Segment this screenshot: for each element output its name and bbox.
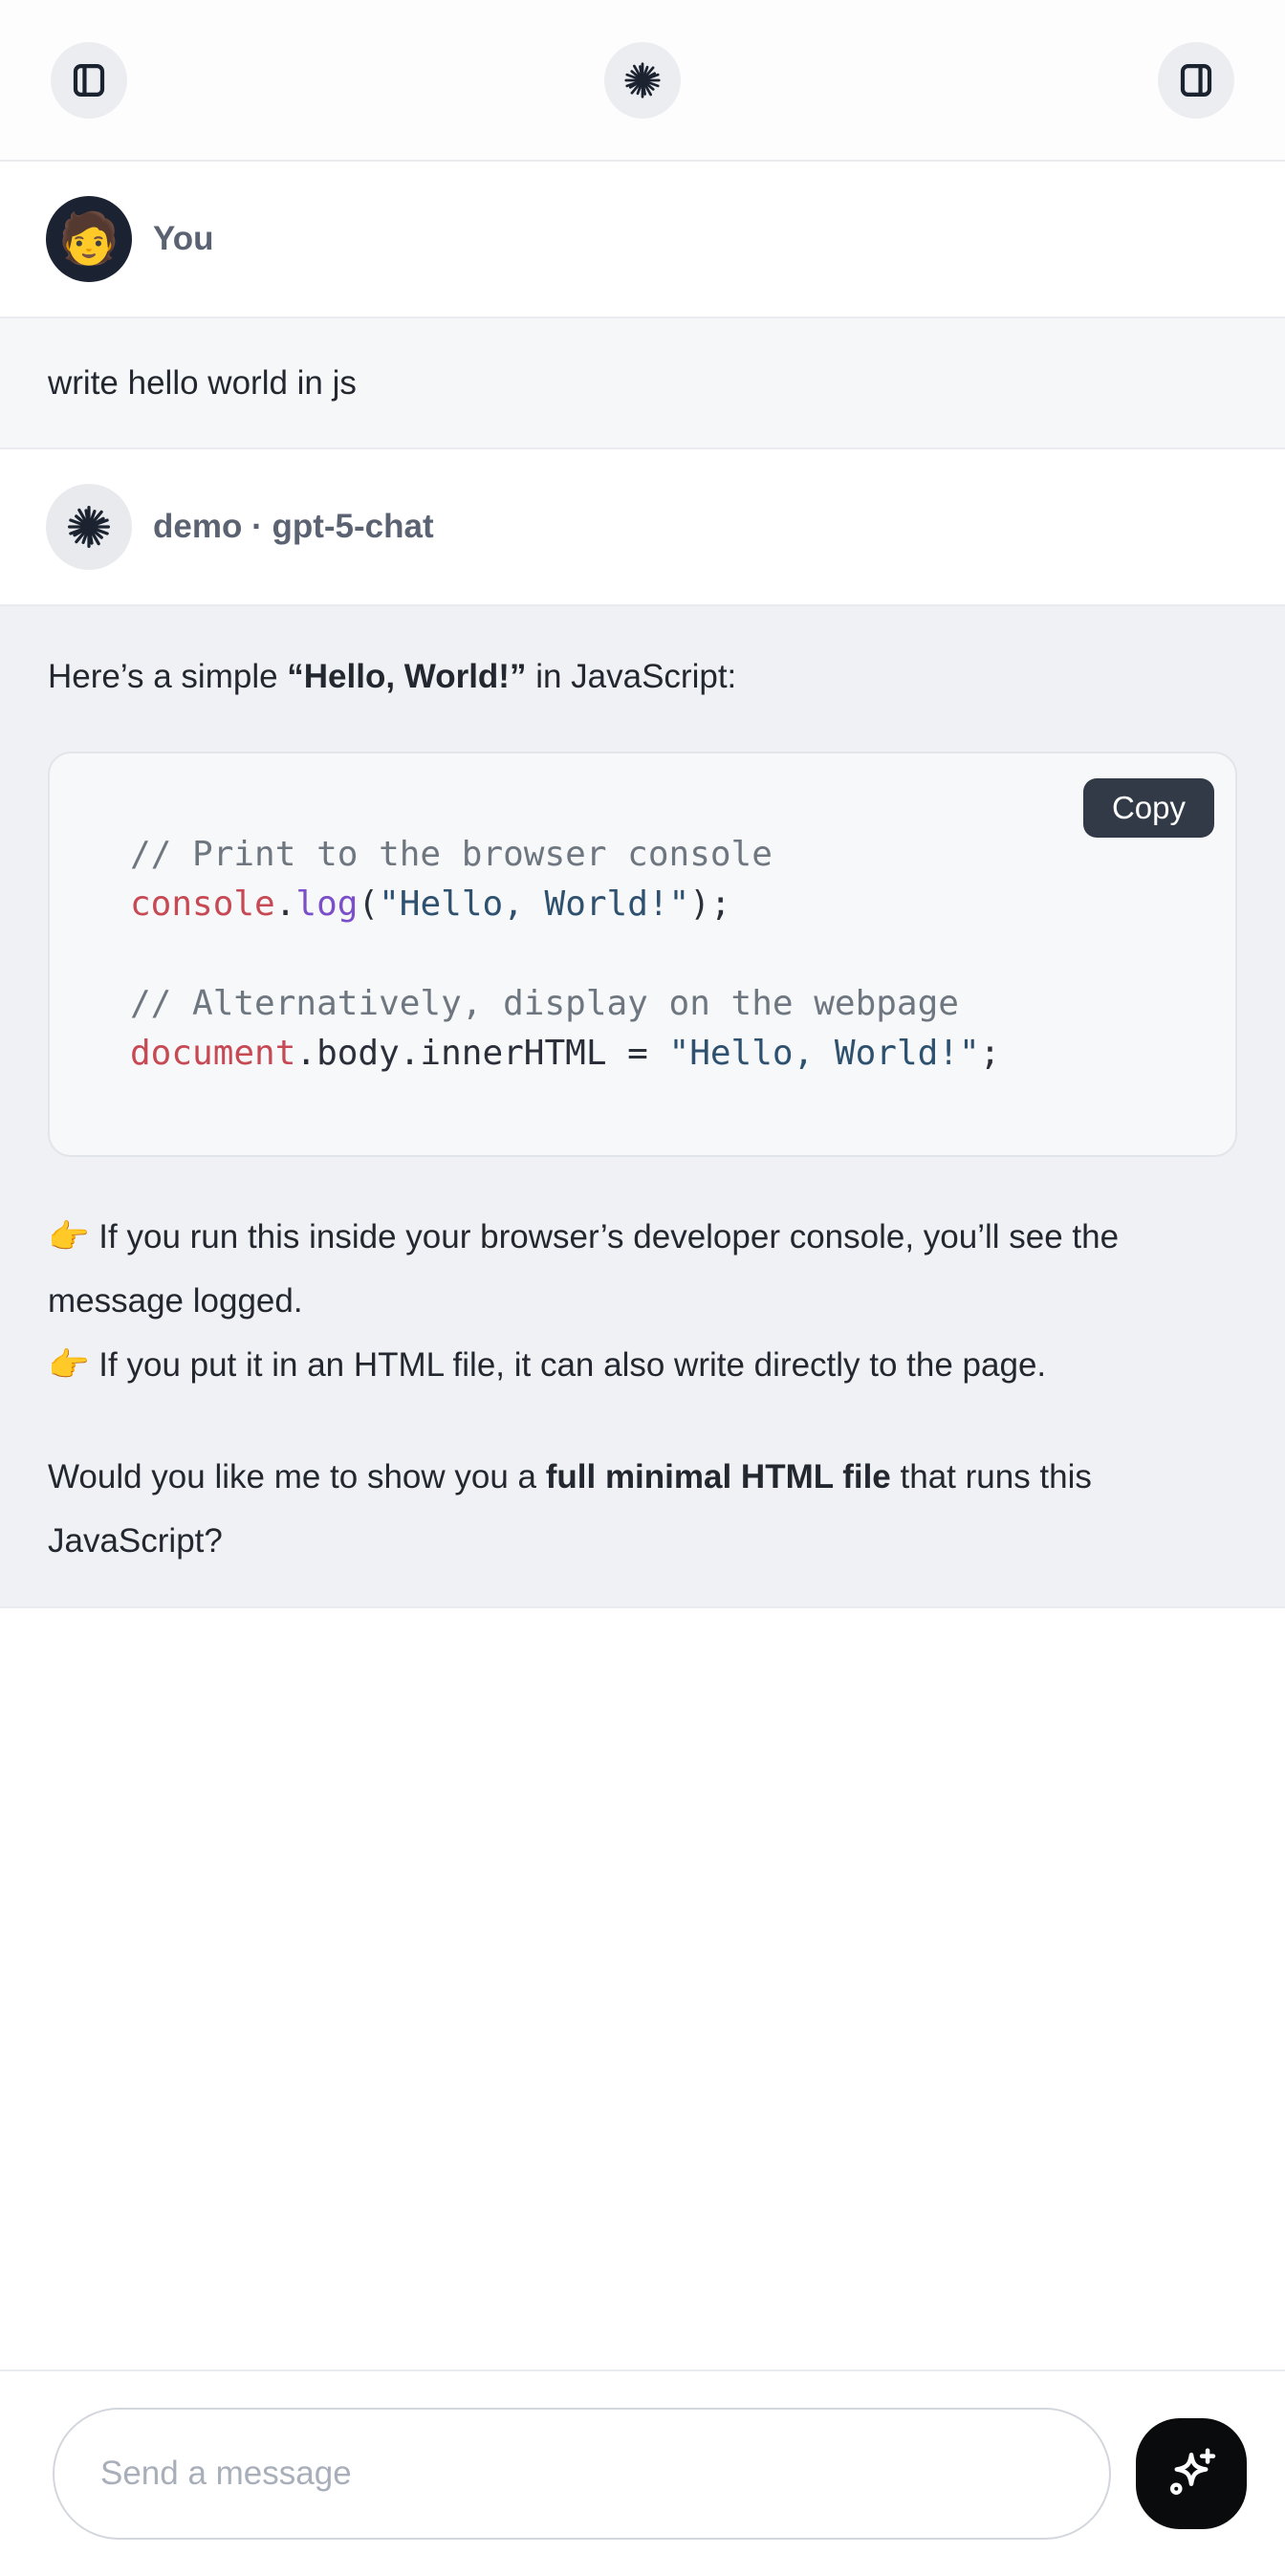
sidebar-toggle-button[interactable] xyxy=(51,42,127,119)
user-message-body: write hello world in js xyxy=(0,317,1285,449)
code-block-card: Copy // Print to the browser console con… xyxy=(48,752,1237,1157)
assistant-intro-text: Here’s a simple “Hello, World!” in JavaS… xyxy=(48,644,1237,709)
user-message-text: write hello world in js xyxy=(48,364,357,402)
assistant-avatar xyxy=(46,484,132,570)
send-button[interactable] xyxy=(1136,2418,1247,2529)
panel-left-icon xyxy=(69,60,109,100)
tip-line-1: 👉 If you run this inside your browser’s … xyxy=(48,1218,1119,1320)
code-token: . xyxy=(275,884,296,924)
question-before: Would you like me to show you a xyxy=(48,1458,546,1495)
message-input[interactable] xyxy=(53,2408,1111,2540)
starburst-icon xyxy=(621,59,664,101)
code-token: ( xyxy=(358,884,379,924)
code-token: log xyxy=(295,884,358,924)
code-token: // Print to the browser console xyxy=(130,835,773,874)
code-content: // Print to the browser console console.… xyxy=(50,753,1235,1155)
intro-bold: “Hello, World!” xyxy=(287,658,526,695)
code-token: document xyxy=(130,1034,295,1073)
code-token: "Hello, World!" xyxy=(379,884,689,924)
code-token: console xyxy=(130,884,275,924)
assistant-sender-label: demo · gpt-5-chat xyxy=(153,508,434,546)
user-message-header: 🧑 You xyxy=(0,162,1285,317)
panel-toggle-button[interactable] xyxy=(1158,42,1234,119)
empty-chat-area xyxy=(0,1608,1285,2369)
assistant-question-text: Would you like me to show you a full min… xyxy=(48,1445,1237,1573)
code-token: ); xyxy=(689,884,730,924)
user-sender-label: You xyxy=(153,220,214,258)
panel-right-icon xyxy=(1176,60,1216,100)
assistant-message-body: Here’s a simple “Hello, World!” in JavaS… xyxy=(0,604,1285,1608)
intro-before: Here’s a simple xyxy=(48,658,287,695)
composer-bar xyxy=(0,2369,1285,2576)
code-token: ; xyxy=(980,1034,1001,1073)
question-bold: full minimal HTML file xyxy=(546,1458,891,1495)
sparkle-plus-icon xyxy=(1161,2443,1222,2504)
intro-after: in JavaScript: xyxy=(526,658,736,695)
tip-line-2: 👉 If you put it in an HTML file, it can … xyxy=(48,1346,1046,1384)
user-avatar: 🧑 xyxy=(46,196,132,282)
starburst-icon xyxy=(64,502,114,552)
assistant-message-header: demo · gpt-5-chat xyxy=(0,449,1285,604)
app-logo-button[interactable] xyxy=(604,42,681,119)
person-emoji-icon: 🧑 xyxy=(58,214,120,264)
code-token: .body.innerHTML = xyxy=(295,1034,668,1073)
copy-button[interactable]: Copy xyxy=(1083,778,1214,838)
app-header xyxy=(0,0,1285,162)
code-token: // Alternatively, display on the webpage xyxy=(130,984,959,1023)
code-token: "Hello, World!" xyxy=(669,1034,980,1073)
assistant-tips-text: 👉 If you run this inside your browser’s … xyxy=(48,1205,1237,1397)
